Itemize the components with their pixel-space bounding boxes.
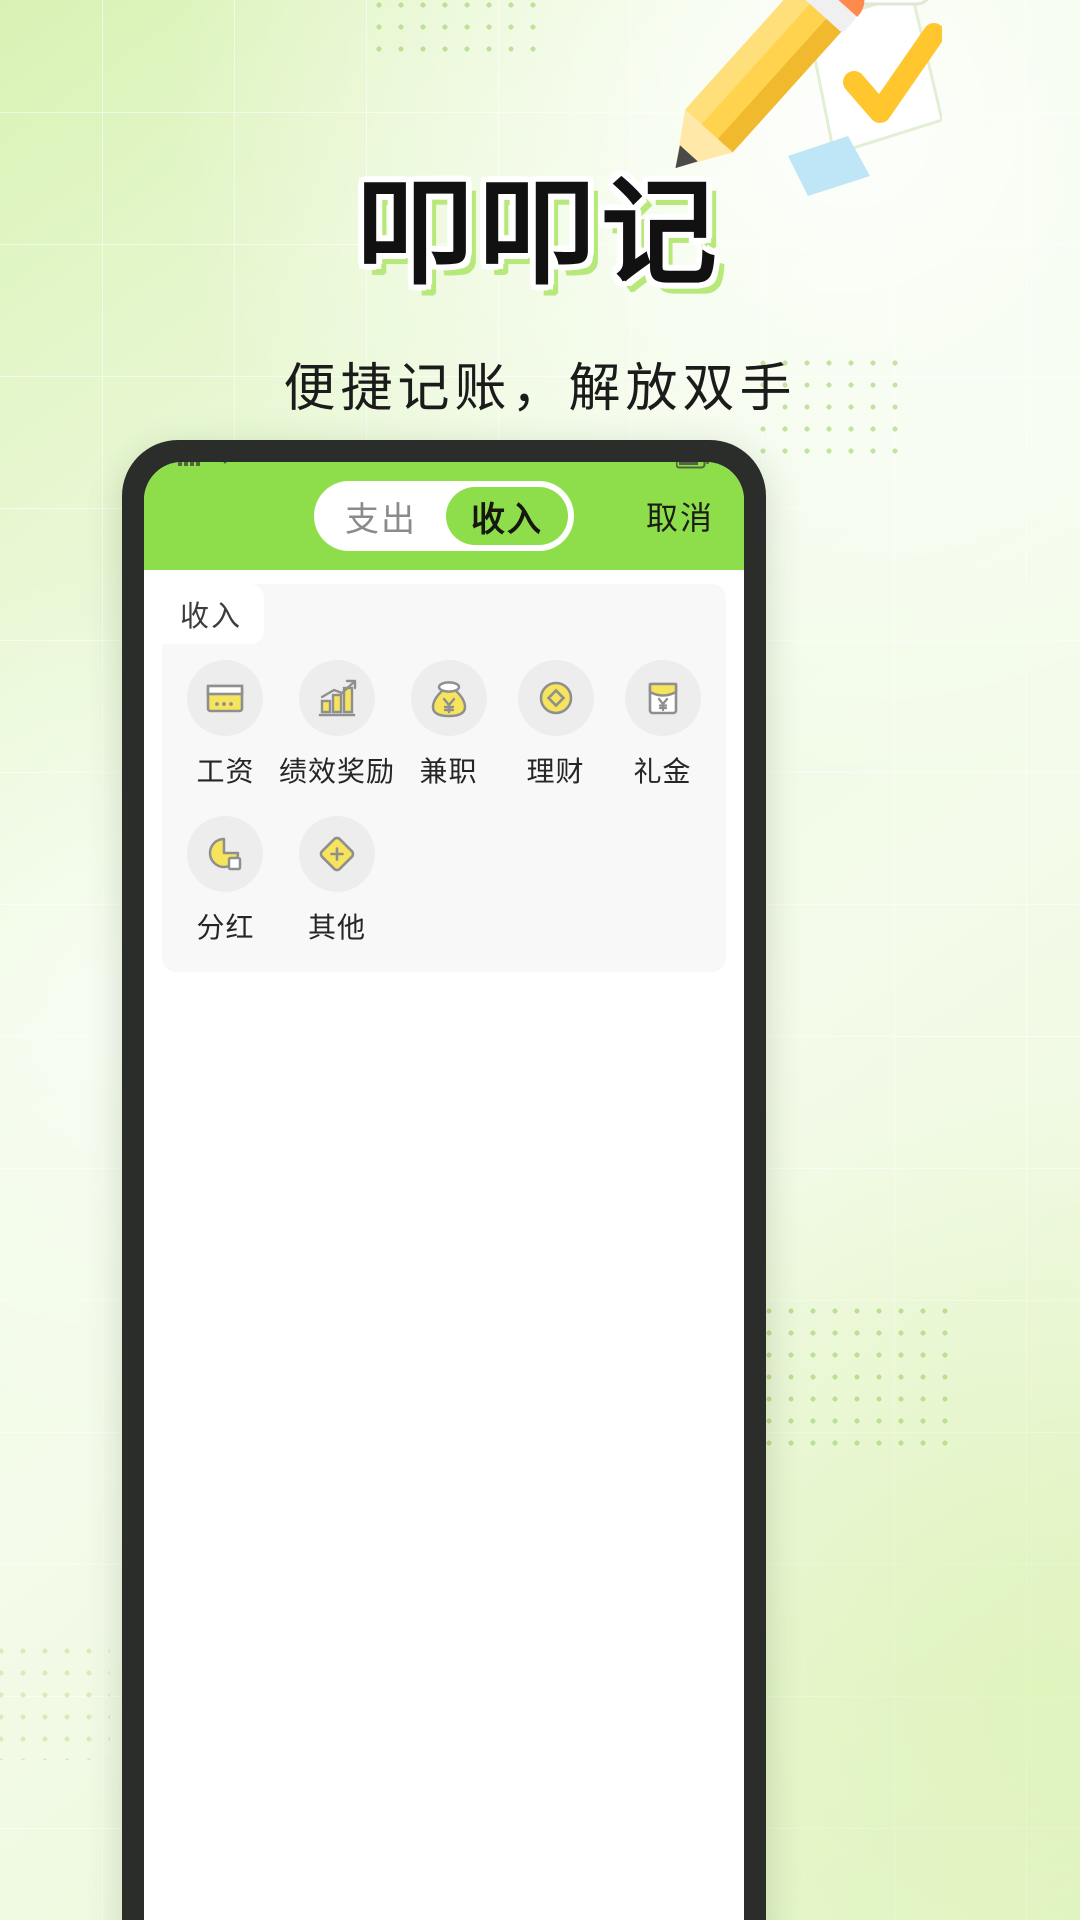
category-label: 绩效奖励 [278,755,395,788]
category-item-dividend[interactable]: 分红 [172,816,279,946]
section-tab-income[interactable]: 收入 [162,584,265,644]
promo-headline: 叩叩记 便捷记账，解放双手 [0,176,1080,421]
category-item-investment[interactable]: 理财 [502,660,609,790]
wifi-icon [214,462,236,472]
card-icon [187,660,264,736]
phone-screen: 支出 收入 取消 收入 工资 绩效奖励 兼职 理财 礼金 分红 其他 [144,462,744,1920]
coin-icon [517,660,594,736]
category-label: 兼职 [419,755,478,788]
bar-chart-growth-icon [298,660,375,736]
red-envelope-yen-icon [624,660,701,736]
cancel-button[interactable]: 取消 [646,493,714,539]
dot-pattern-bottom-left [0,1640,110,1760]
category-grid: 工资 绩效奖励 兼职 理财 礼金 分红 其他 [162,644,726,946]
signal-icon [178,462,204,472]
status-bar [144,462,744,478]
category-label: 工资 [196,755,255,788]
toggle-option-expense[interactable]: 支出 [320,487,442,545]
money-bag-yen-icon [410,660,487,736]
category-label: 礼金 [633,755,692,788]
pie-chart-icon [187,816,264,892]
category-item-other[interactable]: 其他 [279,816,395,946]
dot-pattern-top-left [368,0,538,68]
app-title: 叩叩记 [357,166,723,301]
toggle-option-income[interactable]: 收入 [446,487,568,545]
category-item-part-time[interactable]: 兼职 [395,660,502,790]
phone-mockup: 支出 收入 取消 收入 工资 绩效奖励 兼职 理财 礼金 分红 其他 [122,440,766,1920]
category-item-gift-money[interactable]: 礼金 [609,660,716,790]
category-label: 分红 [196,911,255,944]
category-panel: 收入 工资 绩效奖励 兼职 理财 礼金 分红 其他 [162,584,726,972]
dot-pattern-bottom-right [758,1300,948,1460]
app-subtitle: 便捷记账，解放双手 [283,359,797,419]
category-item-salary[interactable]: 工资 [172,660,279,790]
category-label: 其他 [307,911,366,944]
diamond-plus-icon [298,816,375,892]
income-expense-toggle[interactable]: 支出 收入 [314,481,574,551]
app-header: 支出 收入 取消 [144,462,744,570]
category-item-performance-bonus[interactable]: 绩效奖励 [279,660,395,790]
battery-icon [676,462,710,469]
category-label: 理财 [526,755,585,788]
